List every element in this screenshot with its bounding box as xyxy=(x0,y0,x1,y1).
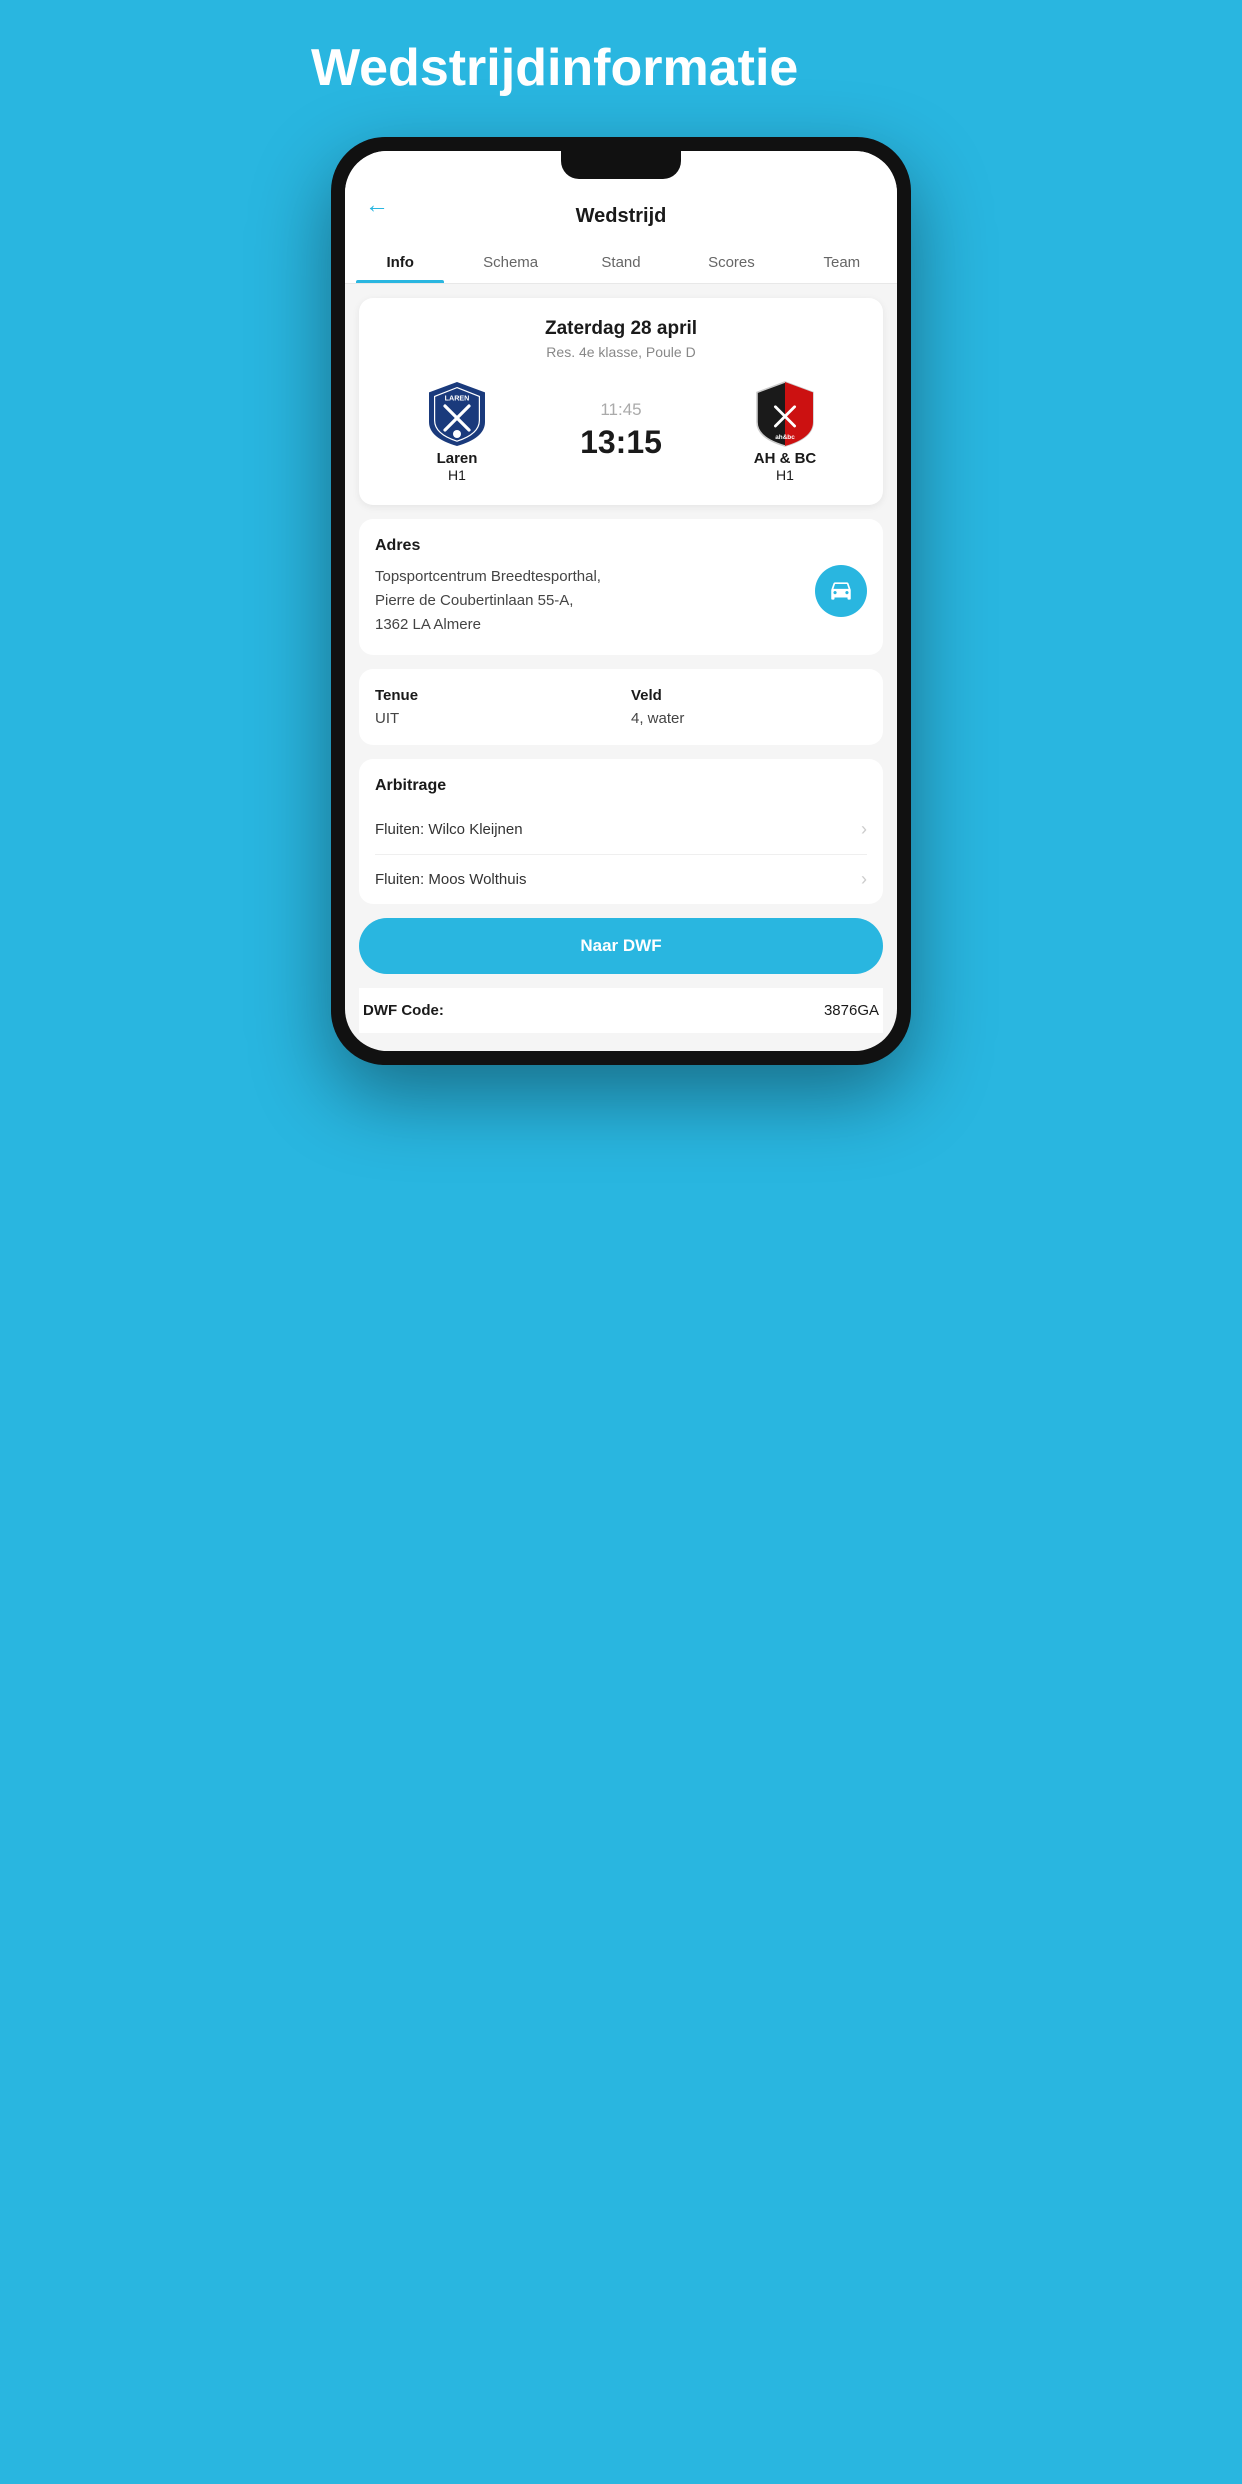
tenue-value: UIT xyxy=(375,710,611,727)
address-line1: Topsportcentrum Breedtesporthal, xyxy=(375,568,601,585)
score-block: 11:45 13:15 xyxy=(539,400,703,461)
home-team-name: Laren xyxy=(437,450,478,467)
page-heading: Wedstrijdinformatie xyxy=(311,40,931,97)
tab-team[interactable]: Team xyxy=(787,242,897,283)
address-label: Adres xyxy=(375,537,867,555)
arbitrage-section: Arbitrage Fluiten: Wilco Kleijnen › Flui… xyxy=(359,759,883,904)
address-section: Adres Topsportcentrum Breedtesporthal, P… xyxy=(359,519,883,655)
screen-title: Wedstrijd xyxy=(576,205,667,228)
address-line3: 1362 LA Almere xyxy=(375,616,481,633)
referee-row-2[interactable]: Fluiten: Moos Wolthuis › xyxy=(375,855,867,904)
match-date: Zaterdag 28 april xyxy=(375,318,867,340)
tenue-item: Tenue UIT xyxy=(375,687,611,727)
referee-2-text: Fluiten: Moos Wolthuis xyxy=(375,871,526,888)
address-row: Topsportcentrum Breedtesporthal, Pierre … xyxy=(375,565,867,637)
dwf-button[interactable]: Naar DWF xyxy=(359,918,883,974)
tenue-label: Tenue xyxy=(375,687,611,704)
veld-item: Veld 4, water xyxy=(631,687,867,727)
address-text: Topsportcentrum Breedtesporthal, Pierre … xyxy=(375,565,801,637)
tenue-veld-section: Tenue UIT Veld 4, water xyxy=(359,669,883,745)
svg-text:LAREN: LAREN xyxy=(445,394,470,403)
car-icon xyxy=(828,578,854,604)
chevron-right-icon-1: › xyxy=(861,819,867,840)
dwf-code-row: DWF Code: 3876GA xyxy=(359,988,883,1033)
veld-value: 4, water xyxy=(631,710,867,727)
phone-screen: ← Wedstrijd Info Schema Stand Scores Tea… xyxy=(345,151,897,1051)
tab-schema[interactable]: Schema xyxy=(455,242,565,283)
tab-bar: Info Schema Stand Scores Team xyxy=(345,242,897,284)
dwf-button-wrapper: Naar DWF xyxy=(359,918,883,974)
map-button[interactable] xyxy=(815,565,867,617)
home-team-block: LAREN Laren H1 xyxy=(375,378,539,483)
away-team-name: AH & BC xyxy=(754,450,817,467)
home-team-sub: H1 xyxy=(448,467,466,483)
match-league: Res. 4e klasse, Poule D xyxy=(375,344,867,360)
tab-info[interactable]: Info xyxy=(345,242,455,283)
svg-text:ah&bc: ah&bc xyxy=(775,434,795,441)
tab-stand[interactable]: Stand xyxy=(566,242,676,283)
match-card: Zaterdag 28 april Res. 4e klasse, Poule … xyxy=(359,298,883,505)
veld-label: Veld xyxy=(631,687,867,704)
address-line2: Pierre de Coubertinlaan 55-A, xyxy=(375,592,573,609)
phone-notch xyxy=(561,151,681,179)
back-button[interactable]: ← xyxy=(365,191,389,219)
away-team-block: ah&bc AH & BC H1 xyxy=(703,378,867,483)
match-teams: LAREN Laren H1 11:45 13:15 xyxy=(375,378,867,483)
referee-row-1[interactable]: Fluiten: Wilco Kleijnen › xyxy=(375,805,867,855)
away-team-sub: H1 xyxy=(776,467,794,483)
dwf-code-label: DWF Code: xyxy=(363,1002,444,1019)
referee-1-text: Fluiten: Wilco Kleijnen xyxy=(375,821,523,838)
match-planned-time: 11:45 xyxy=(600,400,641,420)
tab-scores[interactable]: Scores xyxy=(676,242,786,283)
home-team-logo: LAREN xyxy=(421,378,493,450)
dwf-code-value: 3876GA xyxy=(824,1002,879,1019)
chevron-right-icon-2: › xyxy=(861,869,867,890)
match-actual-time: 13:15 xyxy=(580,424,662,461)
away-team-logo: ah&bc xyxy=(749,378,821,450)
phone-frame: ← Wedstrijd Info Schema Stand Scores Tea… xyxy=(331,137,911,1065)
arbitrage-label: Arbitrage xyxy=(375,777,867,795)
